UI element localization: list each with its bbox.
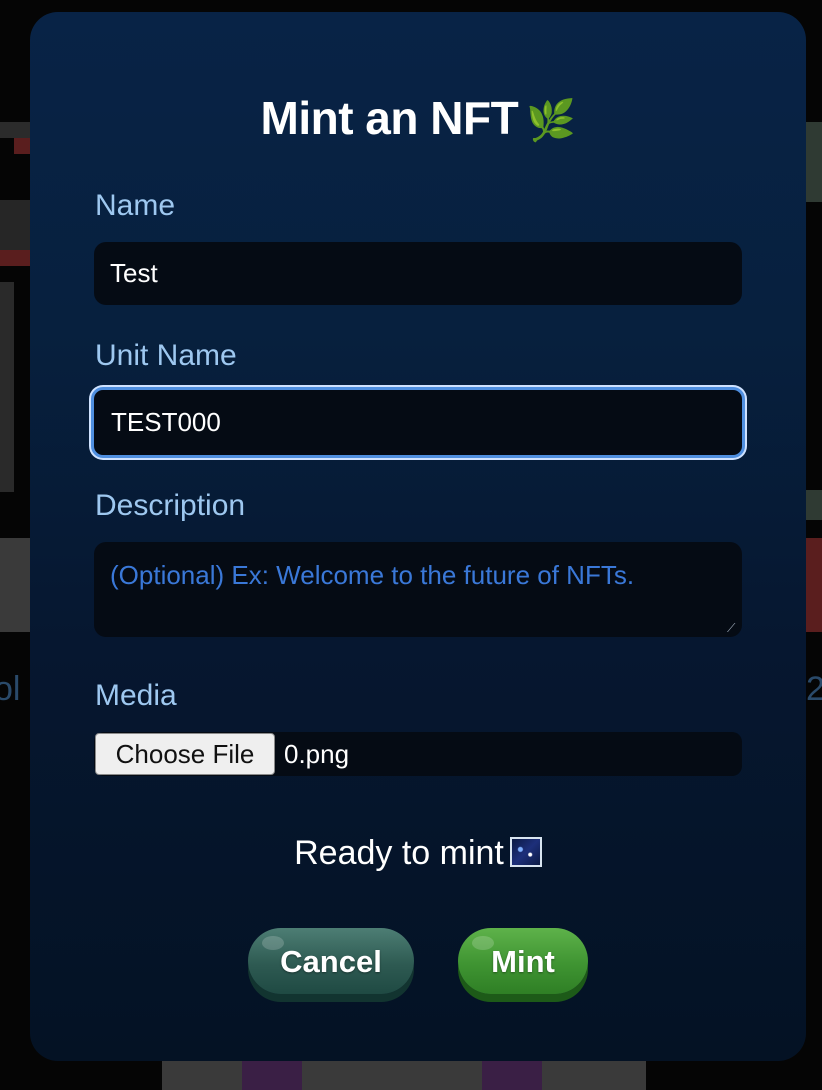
backdrop-tile (0, 282, 14, 492)
mint-status-text: Ready to mint (294, 834, 504, 872)
backdrop-tile (0, 200, 30, 250)
backdrop-tile (482, 1061, 542, 1090)
cancel-button[interactable]: Cancel (248, 928, 414, 994)
leaf-icon: 🌿 (526, 99, 576, 143)
mint-status: Ready to mint (30, 832, 806, 874)
description-placeholder: (Optional) Ex: Welcome to the future of … (110, 560, 635, 590)
modal-title-text: Mint an NFT (260, 92, 519, 144)
backdrop-text-right: 2 (806, 670, 822, 708)
name-label: Name (95, 189, 176, 222)
name-input[interactable]: Test (94, 242, 742, 305)
selected-file-name: 0.png (284, 739, 350, 769)
backdrop-tile (0, 538, 30, 632)
backdrop-tile (242, 1061, 302, 1090)
backdrop-tile (162, 1061, 646, 1090)
modal-title: Mint an NFT 🌿 (30, 90, 806, 149)
backdrop-tile (0, 250, 30, 266)
choose-file-button[interactable]: Choose File (95, 733, 275, 775)
mint-button[interactable]: Mint (458, 928, 588, 994)
backdrop-tile (806, 538, 822, 632)
unit-name-input[interactable]: TEST000 (91, 387, 745, 458)
media-file-input[interactable]: Choose File 0.png (94, 732, 742, 776)
description-textarea[interactable]: (Optional) Ex: Welcome to the future of … (94, 542, 742, 637)
image-icon (509, 837, 542, 867)
backdrop-tile (806, 122, 822, 202)
description-label: Description (95, 489, 246, 522)
backdrop-tile (806, 490, 822, 520)
backdrop-tile (14, 138, 30, 154)
media-label: Media (95, 679, 177, 712)
mint-nft-modal: Mint an NFT 🌿 Name Test Unit Name TEST000… (30, 12, 806, 1061)
backdrop-text-left: ol (0, 670, 21, 708)
unit-name-label: Unit Name (95, 339, 237, 372)
backdrop-tile (0, 122, 30, 138)
resize-handle-icon[interactable]: ⟋ (727, 622, 739, 634)
